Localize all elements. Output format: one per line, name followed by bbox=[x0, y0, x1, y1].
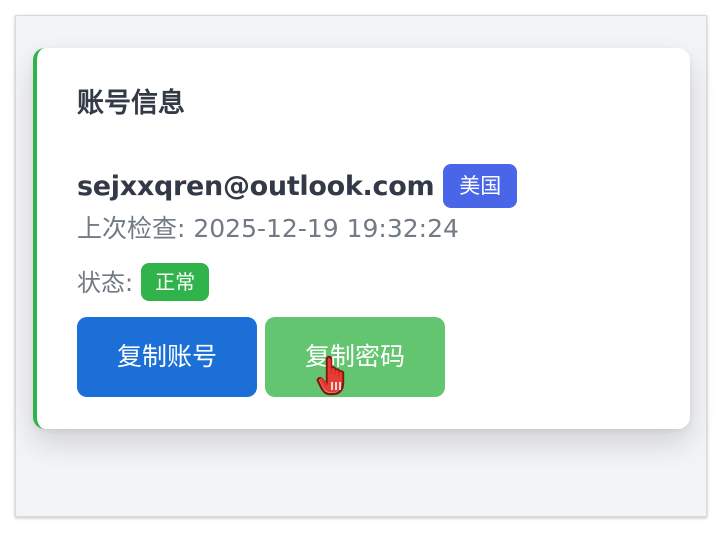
account-info-card: 账号信息 sejxxqren@outlook.com 美国 上次检查: 2025… bbox=[33, 48, 690, 429]
email-row: sejxxqren@outlook.com 美国 bbox=[77, 164, 518, 208]
copy-account-button[interactable]: 复制账号 bbox=[77, 317, 257, 397]
account-email: sejxxqren@outlook.com bbox=[77, 170, 435, 202]
status-label: 状态: bbox=[77, 268, 134, 297]
status-row: 状态: 正常 bbox=[77, 260, 210, 301]
last-check-timestamp: 上次检查: 2025-12-19 19:32:24 bbox=[77, 214, 459, 243]
region-badge: 美国 bbox=[443, 164, 518, 208]
hand-pointer-icon bbox=[316, 355, 345, 396]
card-title: 账号信息 bbox=[77, 88, 185, 119]
status-badge: 正常 bbox=[141, 263, 210, 301]
